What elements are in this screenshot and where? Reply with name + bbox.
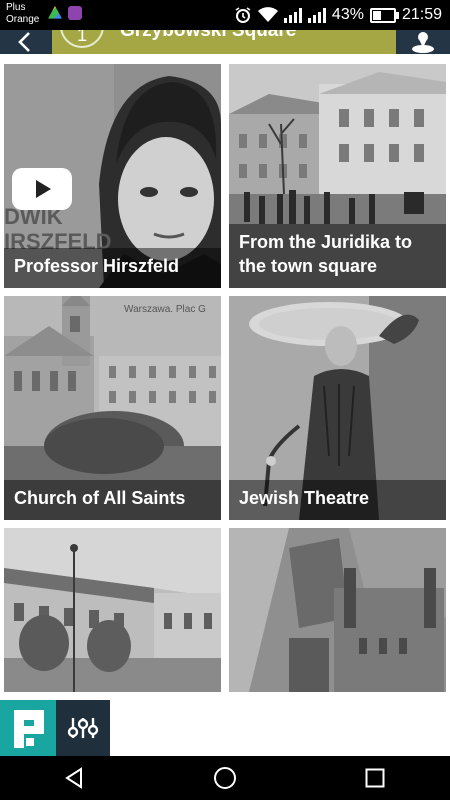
tile-jewish-theatre[interactable]: Jewish Theatre xyxy=(229,296,446,520)
tile-street-view[interactable] xyxy=(4,528,221,692)
tile-church-of-all-saints[interactable]: Warszawa. Plac G Church of All Saints xyxy=(4,296,221,520)
signal-icon xyxy=(283,7,302,23)
nav-back-button[interactable] xyxy=(45,756,105,800)
tile-label: Professor Hirszfeld xyxy=(4,248,221,288)
notification-icons xyxy=(48,6,82,20)
postcard-caption: Warszawa. Plac G xyxy=(124,304,206,315)
filter-button[interactable] xyxy=(56,700,110,756)
system-nav-bar xyxy=(0,756,450,800)
status-indicators: 43% 21:59 xyxy=(234,0,442,30)
sliders-icon xyxy=(67,718,99,738)
stop-number-badge: 1 xyxy=(60,30,104,48)
tile-juridika-town-square[interactable]: From the Juridika to the town square xyxy=(229,64,446,288)
stop-title-bar: 1 Grzybowski Square xyxy=(52,30,396,54)
wifi-icon xyxy=(257,7,278,22)
tile-label: Jewish Theatre xyxy=(229,480,446,520)
tile-label: From the Juridika to the town square xyxy=(229,224,446,288)
stop-number: 1 xyxy=(76,30,87,45)
triangle-back-icon xyxy=(65,767,82,789)
alarm-icon xyxy=(235,7,251,23)
circle-home-icon xyxy=(214,767,236,789)
aerial-photo xyxy=(229,528,446,692)
carrier-label: Plus Orange xyxy=(6,2,39,26)
map-button[interactable] xyxy=(396,30,450,54)
square-recent-icon xyxy=(365,768,385,788)
tile-professor-hirszfeld[interactable]: DWIK IRSZFELD Professor Hirszfeld xyxy=(4,64,221,288)
app-header: 1 Grzybowski Square xyxy=(0,30,450,54)
battery-percent: 43% xyxy=(331,6,364,23)
tile-aerial-view[interactable] xyxy=(229,528,446,692)
app-logo-icon xyxy=(14,710,44,748)
battery-icon xyxy=(369,7,399,23)
gallery-notification-icon xyxy=(68,6,82,20)
carrier-line-1: Plus xyxy=(6,2,26,13)
bottom-toolbar xyxy=(0,700,450,756)
street-buildings-photo xyxy=(4,528,221,692)
nav-recent-button[interactable] xyxy=(345,756,405,800)
nav-home-button[interactable] xyxy=(195,756,255,800)
signal-icon-2 xyxy=(307,7,326,23)
drive-notification-icon xyxy=(48,6,62,19)
clock: 21:59 xyxy=(401,6,442,23)
status-bar: Plus Orange 43% 21:59 xyxy=(0,0,450,30)
page-title: Grzybowski Square xyxy=(120,30,297,41)
carrier-line-2: Orange xyxy=(6,14,40,25)
back-button[interactable] xyxy=(0,30,52,54)
video-play-button[interactable] xyxy=(12,168,72,210)
tile-label: Church of All Saints xyxy=(4,480,221,520)
app-logo-button[interactable] xyxy=(0,700,56,756)
map-pin-icon xyxy=(412,32,434,53)
play-icon xyxy=(36,180,51,198)
arrow-left-icon xyxy=(18,32,30,52)
